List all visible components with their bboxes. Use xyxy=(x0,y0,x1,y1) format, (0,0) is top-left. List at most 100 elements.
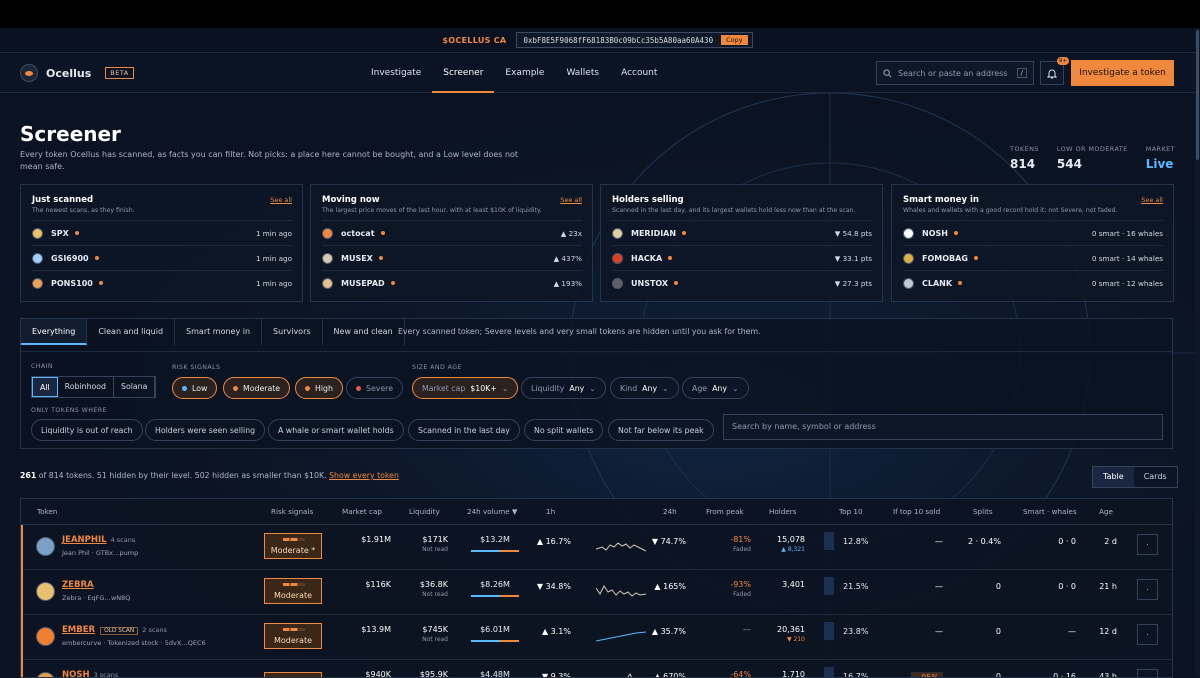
col-header-5[interactable]: 1h xyxy=(546,507,555,516)
volume-value: $4.48M xyxy=(480,670,510,678)
view-table-button[interactable]: Table xyxy=(1093,467,1134,487)
nav-link-example[interactable]: Example xyxy=(494,53,555,93)
col-header-10[interactable]: If top 10 sold xyxy=(893,507,940,516)
chip-5[interactable]: Not far below its peak xyxy=(608,419,714,441)
risk-badge[interactable]: Moderate xyxy=(264,578,322,604)
table-row[interactable]: JEANPHIL 4 scans Jean Phil · GTBx…pump Mode… xyxy=(21,525,1172,570)
chain-all[interactable]: All xyxy=(32,377,58,397)
row-action-button[interactable]: · xyxy=(1137,534,1158,555)
col-header-1[interactable]: Risk signals xyxy=(271,507,313,516)
if-top10-sold: — xyxy=(935,627,943,636)
col-header-11[interactable]: Splits xyxy=(973,507,993,516)
tab-smart-money-in[interactable]: Smart money in xyxy=(175,319,263,345)
risk-moderate[interactable]: Moderate xyxy=(223,377,291,399)
notifications-button[interactable]: 9+ xyxy=(1040,57,1069,85)
col-header-12[interactable]: Smart · whales xyxy=(1023,507,1077,516)
card-row[interactable]: MUSEX ▲ 437% xyxy=(322,245,582,270)
card-row[interactable]: MUSEPAD ▲ 193% xyxy=(322,270,582,295)
card-row[interactable]: MERIDIAN ▼ 54.8 pts xyxy=(612,220,872,245)
card-row[interactable]: SPX 1 min ago xyxy=(32,220,292,245)
row-action-button[interactable]: · xyxy=(1137,669,1158,677)
col-header-2[interactable]: Market cap xyxy=(342,507,382,516)
card-row[interactable]: PONS100 1 min ago xyxy=(32,270,292,295)
risk-severe[interactable]: Severe xyxy=(346,377,403,399)
chip-4[interactable]: No split wallets xyxy=(524,419,604,441)
see-all-link[interactable]: See all xyxy=(560,196,582,204)
col-header-7[interactable]: From peak xyxy=(706,507,744,516)
dropdown-age[interactable]: Age Any ⌄ xyxy=(682,377,749,399)
tab-new-and-clean[interactable]: New and clean xyxy=(323,319,405,345)
card-row[interactable]: NOSH 0 smart · 16 whales xyxy=(903,220,1163,245)
nav-link-investigate[interactable]: Investigate xyxy=(360,53,432,93)
tab-survivors[interactable]: Survivors xyxy=(262,319,323,345)
col-header-6[interactable]: 24h xyxy=(663,507,677,516)
risk-high[interactable]: High xyxy=(295,377,343,399)
see-all-link[interactable]: See all xyxy=(270,196,292,204)
row-action-button[interactable]: · xyxy=(1137,579,1158,600)
nav-link-account[interactable]: Account xyxy=(610,53,668,93)
from-peak-value: -64% xyxy=(730,670,751,678)
scrollbar[interactable] xyxy=(1195,28,1200,675)
risk-badge[interactable] xyxy=(264,672,322,677)
card-row[interactable]: UNSTOX ▼ 27.3 pts xyxy=(612,270,872,295)
nav-search-input[interactable]: Search or paste an address / xyxy=(876,61,1034,85)
if-top10-sold: — xyxy=(935,537,943,546)
table-row[interactable]: EMBER OLD SCAN 2 scans embercurve · Tokeniz… xyxy=(21,615,1172,660)
card-row[interactable]: CLANK 0 smart · 12 whales xyxy=(903,270,1163,295)
status-dot xyxy=(953,231,958,235)
chip-0[interactable]: Liquidity is out of reach xyxy=(31,419,143,441)
tab-everything[interactable]: Everything xyxy=(21,319,88,345)
risk-badge[interactable]: Moderate * xyxy=(264,533,322,559)
chip-2[interactable]: A whale or smart wallet holds xyxy=(268,419,404,441)
investigate-token-button[interactable]: Investigate a token xyxy=(1071,60,1174,86)
chain-solana[interactable]: Solana xyxy=(114,377,156,397)
view-cards-button[interactable]: Cards xyxy=(1134,467,1177,487)
nav-link-wallets[interactable]: Wallets xyxy=(555,53,610,93)
table-row[interactable]: NOSH 3 scans $940K $95.9K $4.48M ▼ 9.3% ▲ 670%… xyxy=(21,660,1172,678)
token-name-link[interactable]: JEANPHIL 4 scans xyxy=(62,535,135,545)
dropdown-liquidity[interactable]: Liquidity Any ⌄ xyxy=(521,377,606,399)
dropdown-market-cap[interactable]: Market cap $10K+ ⌄ xyxy=(412,377,519,399)
tab-clean-and-liquid[interactable]: Clean and liquid xyxy=(87,319,176,345)
col-header-8[interactable]: Holders xyxy=(769,507,796,516)
table-row[interactable]: ZEBRA Zebra · EqFG…wN8Q Moderate $116K $36.8… xyxy=(21,570,1172,615)
token-name-link[interactable]: EMBER OLD SCAN 2 scans xyxy=(62,625,167,635)
card-row[interactable]: HACKA ▼ 33.1 pts xyxy=(612,245,872,270)
chip-1[interactable]: Holders were seen selling xyxy=(145,419,266,441)
change-1h: ▼ 9.3% xyxy=(541,672,571,678)
card-row[interactable]: octocat ▲ 23x xyxy=(322,220,582,245)
dropdown-kind[interactable]: Kind Any ⌄ xyxy=(610,377,679,399)
card-row[interactable]: GSI6900 1 min ago xyxy=(32,245,292,270)
see-all-link[interactable]: See all xyxy=(1141,196,1163,204)
token-name: JEANPHIL xyxy=(62,535,107,545)
filter-panel: Everything Clean and liquid Smart money in… xyxy=(20,318,1173,449)
col-header-3[interactable]: Liquidity xyxy=(409,507,440,516)
card-row[interactable]: FOMOBAG 0 smart · 14 whales xyxy=(903,245,1163,270)
liquidity-value: $745K xyxy=(422,625,448,634)
token-name-link[interactable]: ZEBRA xyxy=(62,580,94,590)
holders-change: ▲ 8,321 xyxy=(781,546,805,553)
status-dot xyxy=(682,231,687,235)
risk-badge[interactable]: Moderate xyxy=(264,623,322,649)
token-name-link[interactable]: NOSH 3 scans xyxy=(62,670,118,677)
age: 2 d xyxy=(1104,537,1117,546)
show-every-token-link[interactable]: Show every token xyxy=(329,471,399,480)
col-header-4[interactable]: 24h volume ▼ xyxy=(467,507,517,516)
row-action-button[interactable]: · xyxy=(1137,624,1158,645)
chain-robinhood[interactable]: Robinhood xyxy=(58,377,114,397)
risk-low[interactable]: Low xyxy=(172,377,218,399)
top10-value: 16.7% xyxy=(843,672,869,678)
col-header-13[interactable]: Age xyxy=(1099,507,1113,516)
search-icon xyxy=(883,68,892,77)
results-summary: 261 of 814 tokens. 51 hidden by their le… xyxy=(20,471,399,480)
nav-link-screener[interactable]: Screener xyxy=(432,53,495,93)
token-symbol: UNSTOX xyxy=(631,278,669,288)
copy-button[interactable]: Copy xyxy=(721,35,748,45)
col-header-0[interactable]: Token xyxy=(37,507,57,516)
chip-3[interactable]: Scanned in the last day xyxy=(408,419,520,441)
ca-address[interactable]: 0xbF8E5F9068fF68183B0c09bCc35b5A80aa60A4… xyxy=(516,32,753,48)
token-icon xyxy=(903,227,914,239)
col-header-9[interactable]: Top 10 xyxy=(839,507,863,516)
logo[interactable]: Ocellus BETA xyxy=(20,64,134,82)
token-search-input[interactable]: Search by name, symbol or address xyxy=(723,414,1163,440)
